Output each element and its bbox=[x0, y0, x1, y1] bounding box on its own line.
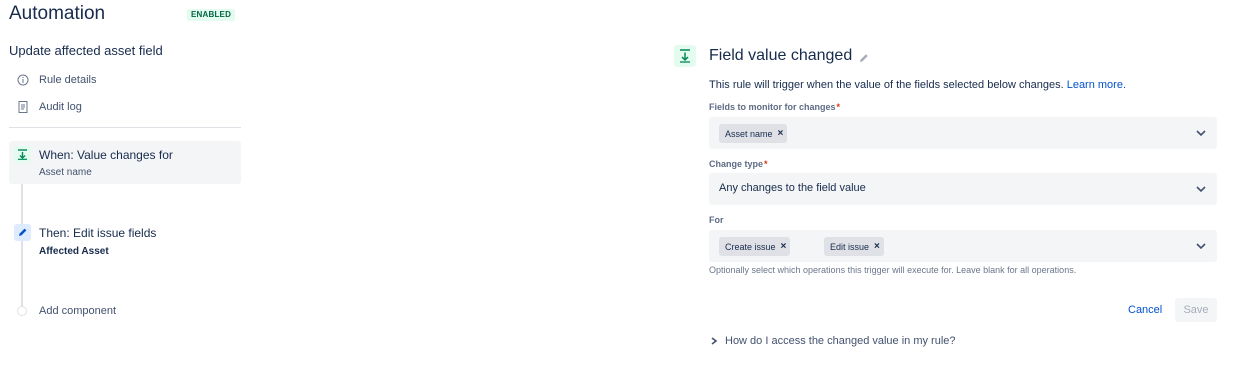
trigger-subtitle: Asset name bbox=[39, 167, 92, 178]
for-label: For bbox=[709, 215, 724, 225]
learn-more-link[interactable]: Learn more. bbox=[1067, 79, 1126, 91]
required-marker: * bbox=[836, 102, 841, 112]
document-icon bbox=[16, 100, 30, 114]
field-change-icon bbox=[14, 146, 31, 163]
change-type-label: Change type* bbox=[709, 159, 768, 169]
chevron-down-icon bbox=[1196, 186, 1206, 193]
chevron-down-icon bbox=[1196, 243, 1206, 250]
chevron-down-icon bbox=[1196, 130, 1206, 137]
tag-label: Asset name bbox=[725, 128, 773, 139]
remove-tag-icon[interactable]: × bbox=[778, 128, 784, 139]
change-type-select[interactable]: Any changes to the field value bbox=[709, 173, 1217, 205]
info-icon bbox=[16, 73, 30, 87]
rule-name: Update affected asset field bbox=[9, 43, 163, 58]
action-subtitle: Affected Asset bbox=[39, 246, 109, 257]
help-expander[interactable]: How do I access the changed value in my … bbox=[709, 334, 956, 348]
nav-audit-log[interactable]: Audit log bbox=[16, 98, 82, 116]
add-component-button[interactable]: Add component bbox=[39, 305, 116, 317]
remove-tag-icon[interactable]: × bbox=[781, 241, 787, 252]
tag-label: Create issue bbox=[725, 241, 776, 252]
helper-text: Optionally select which operations this … bbox=[709, 265, 1077, 275]
nav-audit-log-label: Audit log bbox=[39, 101, 82, 113]
field-change-icon bbox=[674, 45, 696, 67]
fields-select[interactable]: Asset name × bbox=[709, 117, 1217, 149]
fields-label-text: Fields to monitor for changes bbox=[709, 102, 836, 112]
panel-title: Field value changed bbox=[709, 47, 853, 64]
status-badge: ENABLED bbox=[187, 9, 236, 21]
for-select[interactable]: Create issue × Edit issue × bbox=[709, 230, 1217, 262]
edit-title-icon[interactable] bbox=[858, 51, 870, 63]
remove-tag-icon[interactable]: × bbox=[874, 241, 880, 252]
add-component-dot bbox=[17, 306, 27, 316]
tag-create-issue: Create issue × bbox=[719, 237, 791, 256]
description-text: This rule will trigger when the value of… bbox=[709, 79, 1064, 91]
action-title[interactable]: Then: Edit issue fields bbox=[39, 226, 156, 240]
save-button[interactable]: Save bbox=[1175, 298, 1217, 322]
required-marker: * bbox=[764, 159, 768, 169]
panel-description: This rule will trigger when the value of… bbox=[709, 79, 1126, 91]
cancel-button[interactable]: Cancel bbox=[1122, 299, 1168, 321]
page-title: Automation bbox=[9, 3, 106, 24]
tag-label: Edit issue bbox=[830, 241, 870, 252]
for-label-text: For bbox=[709, 215, 724, 225]
trigger-title: When: Value changes for bbox=[39, 148, 173, 162]
tag-edit-issue: Edit issue × bbox=[824, 237, 884, 256]
change-type-value: Any changes to the field value bbox=[719, 182, 866, 194]
nav-rule-details-label: Rule details bbox=[39, 74, 97, 86]
divider bbox=[9, 127, 241, 128]
pencil-icon[interactable] bbox=[14, 224, 31, 241]
tag-asset-name: Asset name × bbox=[719, 124, 788, 143]
chevron-right-icon bbox=[711, 337, 718, 345]
change-type-label-text: Change type bbox=[709, 159, 764, 169]
help-expander-label: How do I access the changed value in my … bbox=[725, 335, 956, 347]
nav-rule-details[interactable]: Rule details bbox=[16, 71, 96, 89]
fields-label: Fields to monitor for changes* bbox=[709, 102, 840, 112]
